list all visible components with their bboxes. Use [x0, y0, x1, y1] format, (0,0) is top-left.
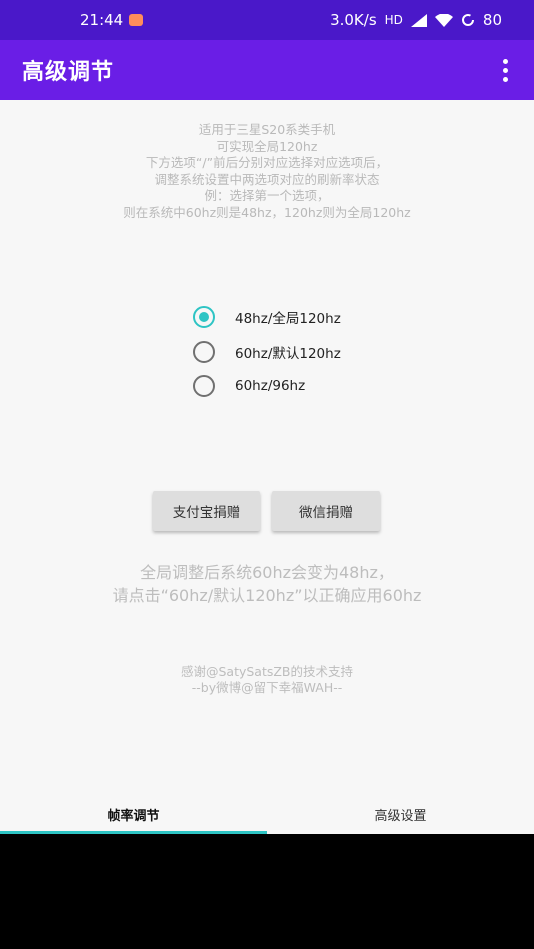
- radio-option-60hz-96hz[interactable]: 60hz/96hz: [193, 369, 341, 404]
- wifi-icon: [434, 13, 453, 27]
- notice-text: 全局调整后系统60hz会变为48hz， 请点击“60hz/默认120hz”以正确…: [0, 561, 534, 607]
- network-speed: 3.0K/s: [330, 11, 377, 29]
- radio-label: 48hz/全局120hz: [235, 311, 341, 328]
- info-line: 例：选择第一个选项，: [204, 188, 330, 203]
- radio-label: 60hz/96hz: [235, 378, 306, 395]
- app-title: 高级调节: [22, 60, 115, 85]
- radio-option-60hz-default[interactable]: 60hz/默认120hz: [193, 335, 341, 370]
- bottom-tab-bar: 帧率调节 高级设置: [0, 794, 534, 834]
- info-line: 则在系统中60hz则是48hz，120hz则为全局120hz: [123, 204, 411, 220]
- battery-ring-icon: [461, 14, 474, 26]
- refresh-rate-radio-group: 48hz/全局120hz 60hz/默认120hz 60hz/96hz: [193, 300, 341, 404]
- credits-line: 感谢@SatySatsZB的技术支持: [180, 664, 354, 679]
- status-bar: 21:44 3.0K/s HD 80: [0, 0, 534, 40]
- menu-dot: [503, 67, 508, 73]
- overflow-menu-icon[interactable]: [497, 55, 514, 86]
- message-notification-icon: [129, 14, 144, 26]
- menu-dot: [503, 58, 508, 64]
- radio-option-48hz[interactable]: 48hz/全局120hz: [193, 300, 341, 335]
- wechat-donate-button[interactable]: 微信捐赠: [272, 491, 380, 531]
- status-left: 21:44: [80, 11, 144, 29]
- info-line: 可实现全局120hz: [216, 138, 318, 154]
- alipay-donate-button[interactable]: 支付宝捐赠: [153, 491, 260, 531]
- hd-badge: HD: [384, 13, 403, 27]
- info-line: 调整系统设置中两选项对应的刷新率状态: [154, 171, 380, 187]
- signal-icon: [410, 13, 427, 27]
- info-line: 下方选项“/”前后分别对应选择对应选项后，: [145, 155, 389, 170]
- status-right: 3.0K/s HD 80: [330, 11, 502, 29]
- menu-dot: [503, 76, 508, 82]
- radio-button[interactable]: [193, 340, 215, 363]
- status-time: 21:44: [80, 11, 124, 29]
- credits-text: 感谢@SatySatsZB的技术支持 --by微博@留下幸福WAH--: [0, 664, 534, 696]
- tab-advanced-settings[interactable]: 高级设置: [267, 794, 534, 834]
- main-content: 适用于三星S20系类手机 可实现全局120hz 下方选项“/”前后分别对应选择对…: [0, 100, 534, 794]
- notice-line: 全局调整后系统60hz会变为48hz，: [140, 563, 394, 582]
- battery-level: 80: [482, 11, 502, 29]
- info-line: 适用于三星S20系类手机: [198, 122, 336, 137]
- radio-button[interactable]: [193, 375, 215, 398]
- navigation-area: [0, 834, 534, 949]
- radio-button-checked[interactable]: [193, 306, 215, 329]
- credits-line: --by微博@留下幸福WAH--: [191, 680, 343, 695]
- tab-frame-rate[interactable]: 帧率调节: [0, 794, 267, 834]
- info-text: 适用于三星S20系类手机 可实现全局120hz 下方选项“/”前后分别对应选择对…: [0, 122, 534, 221]
- app-bar: 高级调节: [0, 40, 534, 100]
- notice-line: 请点击“60hz/默认120hz”以正确应用60hz: [112, 586, 422, 605]
- radio-label: 60hz/默认120hz: [235, 345, 341, 362]
